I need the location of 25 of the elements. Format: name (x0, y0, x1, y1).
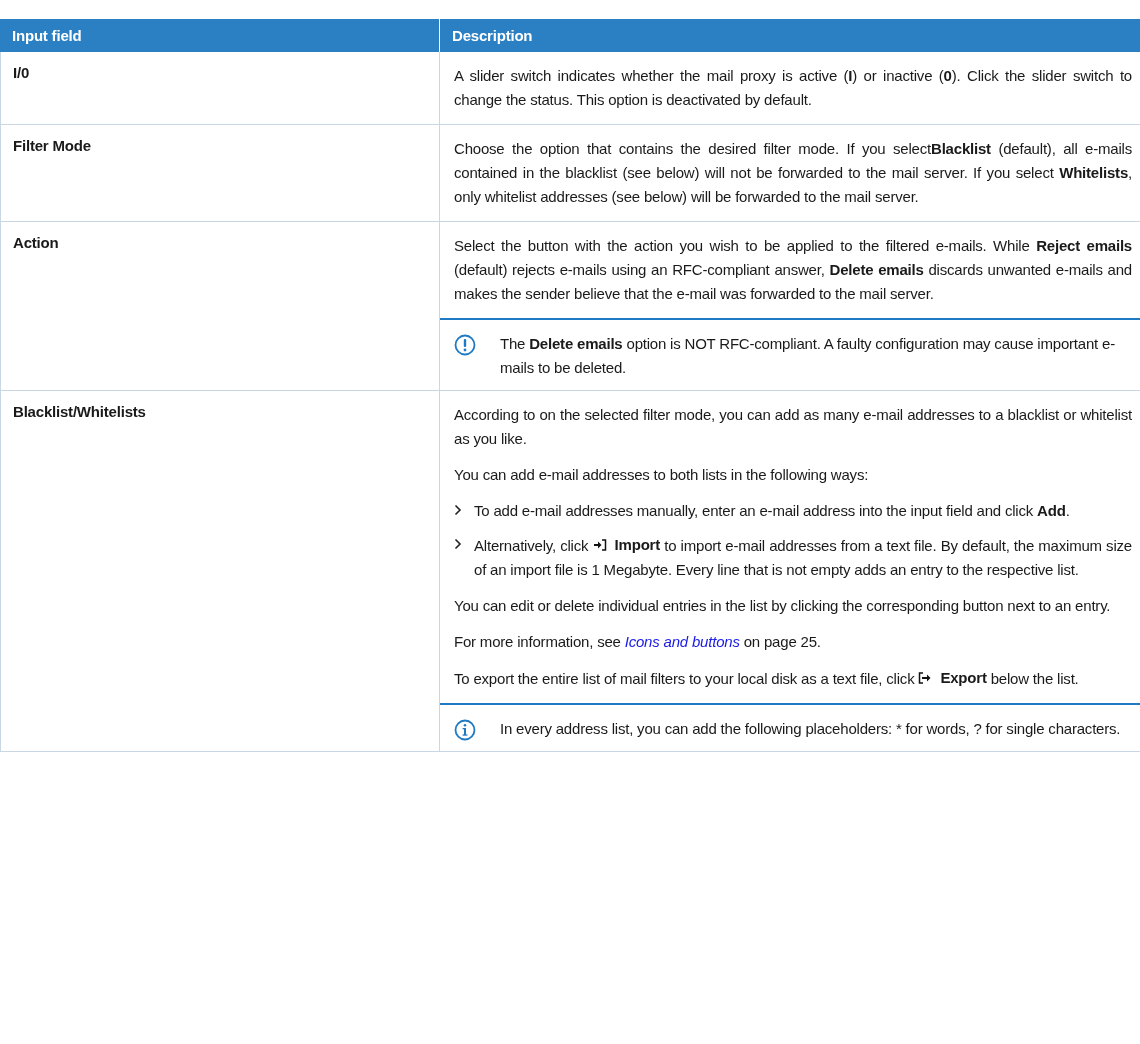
description-text: For more information, see Icons and buttons on page 25. (454, 632, 822, 652)
link[interactable]: Icons and buttons (624, 633, 740, 650)
field-name: Filter Mode (13, 137, 91, 154)
field-name: Action (13, 234, 59, 251)
bullet-text: To add e-mail addresses manually, enter an e-mail address into the input field and click Add. (474, 501, 1070, 521)
note-text: The Delete emails option is NOT RFC-compliant. A faulty configuration may cause important e-mails to be deleted. (500, 334, 1116, 378)
field-name: I/0 (13, 64, 30, 81)
description-text: Select the button with the action you wish to be applied to the filtered e-mails. While Reject emails (default) rejects e-mails using an RFC-compliant answer, Delete emails discards unwanted e-mails and makes the sender believe that the e-mail was forwarded to the mail server. (454, 236, 1132, 304)
description-text: You can edit or delete individual entries in the list by clicking the corresponding button next to an entry. (454, 596, 1112, 616)
description-text: To export the entire list of mail filters to your local disk as a text file, click Export below the list. (454, 668, 1080, 689)
export-icon (918, 672, 933, 684)
description-text: You can add e-mail addresses to both lists in the following ways: (454, 465, 870, 485)
bullet-text: Alternatively, click Import to import e-mail addresses from a text file. By default, the maximum size of an import file is 1 Megabyte. Every line that is not empty adds an entry to the respective list. (474, 535, 1132, 580)
description-text: According to on the selected filter mode, you can add as many e-mail addresses to a blacklist or whitelist as you like. (454, 405, 1132, 449)
column-header: Description (451, 26, 534, 46)
field-name: Blacklist/Whitelists (13, 403, 146, 420)
chevron-icon (454, 504, 462, 516)
description-text: A slider switch indicates whether the mail proxy is active (I) or inactive (0). Click the slider switch to change the status. This option is deactivated by default. (454, 66, 1132, 110)
description-text: Choose the option that contains the desired filter mode. If you selectBlacklist (default), all e-mails contained in the blacklist (see below) will not be forwarded to the mail server. If you select Whitelists, only whitelist addresses (see below) will be forwarded to the mail server. (454, 139, 1132, 207)
column-header: Input field (0, 19, 440, 52)
import-icon (592, 539, 607, 551)
info-icon (454, 719, 476, 741)
note-text: In every address list, you can add the following placeholders: * for words, ? for single characters. (500, 719, 1121, 739)
warning-icon (454, 334, 476, 356)
chevron-icon (454, 538, 462, 550)
